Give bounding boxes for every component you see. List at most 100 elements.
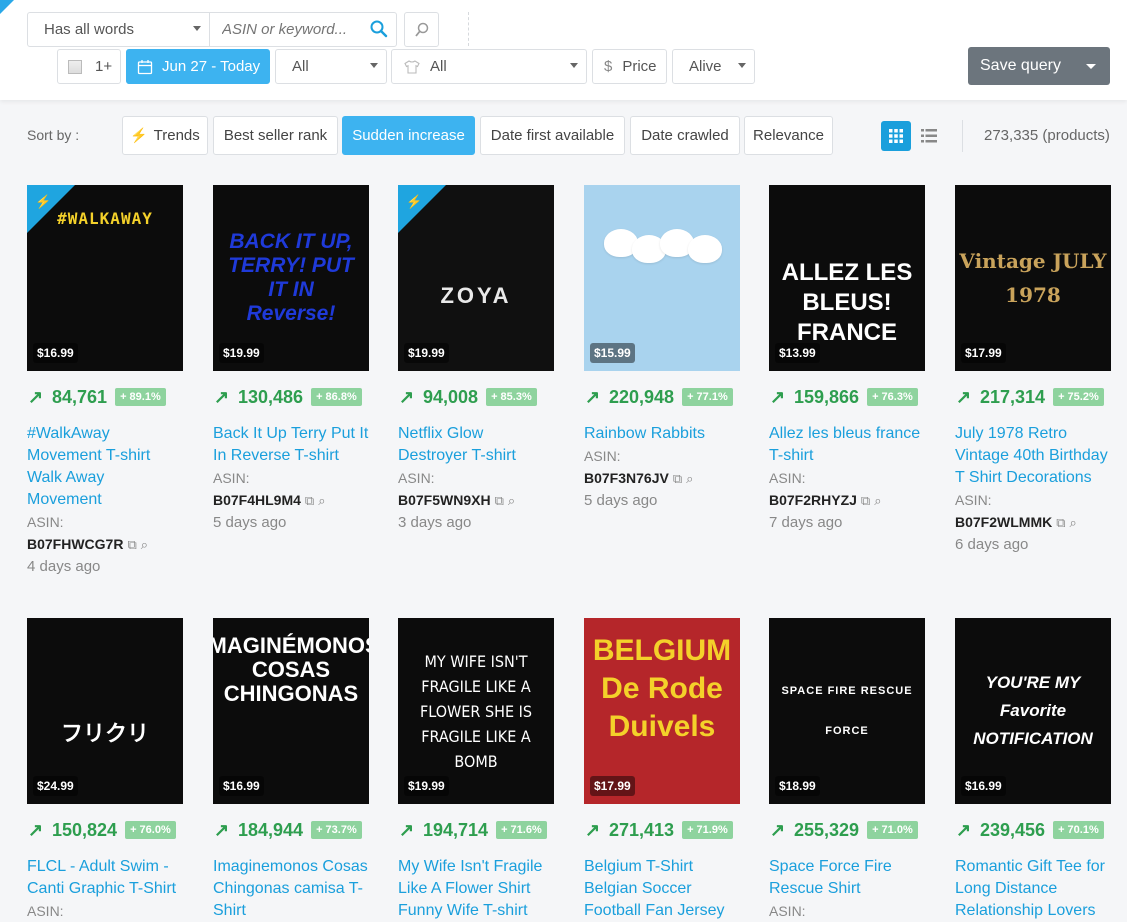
product-image[interactable]: ALLEZ LES BLEUS! FRANCE $13.99 (769, 185, 925, 371)
bsr-rank: 84,761 (52, 386, 108, 407)
status-select[interactable]: Alive (672, 49, 755, 84)
sort-option-label: Trends (153, 127, 200, 144)
trend-up-arrow-icon: ↗ (399, 819, 415, 840)
asin-label: ASIN: (769, 903, 806, 919)
external-link-icon[interactable]: ⧉ (127, 537, 136, 552)
asin-value: B07F5WN9XH ⧉ ⌕ (398, 492, 516, 508)
search-icon[interactable]: ⌕ (508, 493, 515, 508)
product-card[interactable]: BELGIUM De Rode Duivels $17.99 ↗ 271,413 + 7… (584, 618, 740, 922)
product-image[interactable]: SPACE FIRE RESCUE FORCE $18.99 (769, 618, 925, 804)
product-image[interactable]: #WALKAWAY ⚡ $16.99 (27, 185, 183, 371)
divider (468, 12, 469, 46)
search-icon[interactable]: ⌕ (874, 493, 881, 508)
crawled-ago: 6 days ago (955, 536, 1029, 553)
product-card[interactable]: フリクリ $24.99 ↗ 150,824 + 76.0% FLCL - Adult Sw… (27, 618, 183, 922)
product-image[interactable]: MY WIFE ISN'T FRAGILE LIKE A FLOWER SHE … (398, 618, 554, 804)
product-image[interactable]: IMAGINÉMONOS COSAS CHINGONAS$16.99 (213, 618, 369, 804)
external-link-icon[interactable]: ⧉ (495, 493, 504, 508)
chevron-down-icon (570, 63, 578, 68)
product-title-link[interactable]: Belgium T-Shirt Belgian Soccer Football … (584, 856, 740, 922)
search-input-wrap[interactable] (209, 12, 397, 47)
search-icon[interactable] (370, 20, 388, 42)
product-image[interactable]: BACK IT UP, TERRY! PUT IT IN Reverse! $19… (213, 185, 369, 371)
product-image[interactable]: $15.99 (584, 185, 740, 371)
increase-badge: + 77.1% (682, 388, 733, 406)
rank-stats: ↗ 84,761 + 89.1% (27, 387, 183, 407)
search-icon[interactable]: ⌕ (686, 471, 693, 486)
search-input[interactable] (222, 21, 362, 38)
product-image[interactable]: Vintage JULY 1978 $17.99 (955, 185, 1111, 371)
sort-trends-button[interactable]: ⚡ Trends (122, 116, 208, 155)
product-title-link[interactable]: #WalkAway Movement T-shirt Walk Away Mov… (27, 423, 183, 511)
external-link-icon[interactable]: ⧉ (305, 493, 314, 508)
rank-stats: ↗ 94,008 + 85.3% (398, 387, 554, 407)
product-image[interactable]: YOU'RE MY Favorite NOTIFICATION $16.99 (955, 618, 1111, 804)
product-title-link[interactable]: July 1978 Retro Vintage 40th Birthday T … (955, 423, 1111, 489)
price-badge: $24.99 (33, 776, 78, 796)
advanced-search-button[interactable] (404, 12, 439, 47)
product-card[interactable]: Vintage JULY 1978 $17.99 ↗ 217,314 + 75.2% Ju… (955, 185, 1111, 556)
product-card[interactable]: $15.99 ↗ 220,948 + 77.1% Rainbow Rabbits ASIN… (584, 185, 740, 512)
product-title-link[interactable]: Romantic Gift Tee for Long Distance Rela… (955, 856, 1111, 922)
price-filter[interactable]: $ Price (592, 49, 667, 84)
product-title-link[interactable]: Allez les bleus france T-shirt (769, 423, 925, 467)
sort-sudden-increase-button[interactable]: Sudden increase (342, 116, 475, 155)
increase-badge: + 76.3% (867, 388, 918, 406)
list-view-button[interactable] (914, 121, 944, 151)
product-title-link[interactable]: My Wife Isn't Fragile Like A Flower Shir… (398, 856, 554, 922)
grid-view-button[interactable] (881, 121, 911, 151)
save-dropdown-toggle[interactable] (1072, 47, 1110, 85)
price-badge: $15.99 (590, 343, 635, 363)
date-range-button[interactable]: Jun 27 - Today (126, 49, 270, 84)
type-select[interactable]: All (391, 49, 587, 84)
sort-option-label: Sudden increase (352, 127, 465, 144)
price-badge: $19.99 (404, 776, 449, 796)
product-title-link[interactable]: FLCL - Adult Swim - Canti Graphic T-Shir… (27, 856, 183, 900)
product-title-link[interactable]: Imaginemonos Cosas Chingonas camisa T-Sh… (213, 856, 369, 922)
crawled-ago: 5 days ago (584, 492, 658, 509)
lightning-icon: ⚡ (406, 194, 423, 209)
category-value: All (292, 58, 309, 75)
product-image[interactable]: ZOYA ⚡ $19.99 (398, 185, 554, 371)
sort-relevance-button[interactable]: Relevance (744, 116, 833, 155)
product-card[interactable]: SPACE FIRE RESCUE FORCE $18.99 ↗ 255,329 + 7… (769, 618, 925, 922)
trend-up-arrow-icon: ↗ (28, 386, 44, 407)
product-card[interactable]: ZOYA ⚡ $19.99 ↗ 94,008 + 85.3% Netflix Glow De… (398, 185, 554, 534)
min-count-filter[interactable]: 1+ (57, 49, 121, 84)
external-link-icon[interactable]: ⧉ (861, 493, 870, 508)
product-card[interactable]: ALLEZ LES BLEUS! FRANCE $13.99 ↗ 159,866 + 7… (769, 185, 925, 534)
match-mode-value: Has all words (44, 21, 135, 38)
trend-up-arrow-icon: ↗ (956, 819, 972, 840)
list-icon (921, 129, 937, 143)
match-mode-select[interactable]: Has all words (27, 12, 210, 47)
search-icon[interactable]: ⌕ (318, 493, 325, 508)
product-image[interactable]: BELGIUM De Rode Duivels $17.99 (584, 618, 740, 804)
search-icon[interactable]: ⌕ (1070, 515, 1077, 530)
external-link-icon[interactable]: ⧉ (1056, 515, 1065, 530)
rank-stats: ↗ 130,486 + 86.8% (213, 387, 369, 407)
sort-date-first-available-button[interactable]: Date first available (480, 116, 625, 155)
price-badge: $16.99 (33, 343, 78, 363)
product-title-link[interactable]: Space Force Fire Rescue Shirt (769, 856, 925, 900)
sort-date-crawled-button[interactable]: Date crawled (630, 116, 740, 155)
category-select[interactable]: All (275, 49, 387, 84)
increase-badge: + 76.0% (125, 821, 176, 839)
product-image[interactable]: フリクリ $24.99 (27, 618, 183, 804)
trend-up-arrow-icon: ↗ (956, 386, 972, 407)
product-card[interactable]: BACK IT UP, TERRY! PUT IT IN Reverse! $19… (213, 185, 369, 534)
search-icon[interactable]: ⌕ (141, 537, 148, 552)
product-card[interactable]: MY WIFE ISN'T FRAGILE LIKE A FLOWER SHE … (398, 618, 554, 922)
sort-bsr-button[interactable]: Best seller rank (213, 116, 338, 155)
save-query-button[interactable]: Save query (968, 47, 1110, 85)
product-card[interactable]: #WALKAWAY ⚡ $16.99 ↗ 84,761 + 89.1% #WalkAway … (27, 185, 183, 578)
bsr-rank: 94,008 (423, 386, 479, 407)
product-card[interactable]: IMAGINÉMONOS COSAS CHINGONAS$16.99 ↗ 184,9… (213, 618, 369, 922)
product-title-link[interactable]: Netflix Glow Destroyer T-shirt (398, 423, 554, 467)
external-link-icon[interactable]: ⧉ (673, 471, 682, 486)
rank-stats: ↗ 239,456 + 70.1% (955, 820, 1111, 840)
product-title-link[interactable]: Back It Up Terry Put It In Reverse T-shi… (213, 423, 369, 467)
product-card[interactable]: YOU'RE MY Favorite NOTIFICATION $16.99 ↗ 23… (955, 618, 1111, 922)
price-badge: $18.99 (775, 776, 820, 796)
asin-label: ASIN: (584, 448, 621, 464)
product-title-link[interactable]: Rainbow Rabbits (584, 423, 740, 445)
